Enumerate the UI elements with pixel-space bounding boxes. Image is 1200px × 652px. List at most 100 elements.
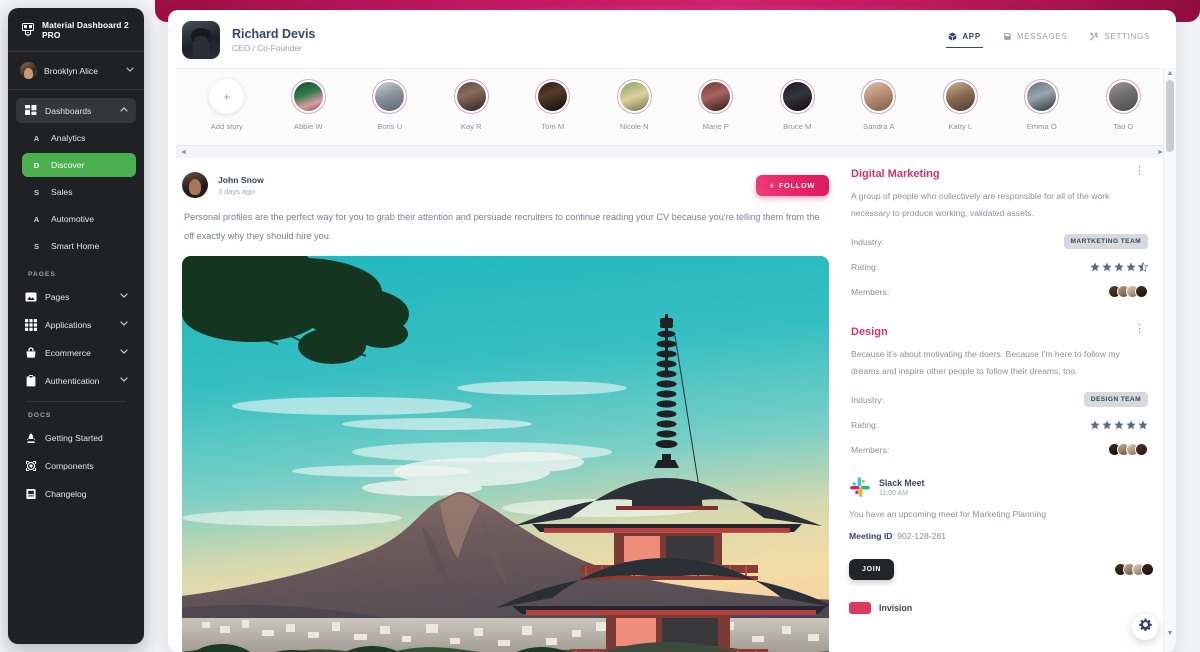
sidebar-item-automotive[interactable]: A Automotive <box>22 207 136 231</box>
sidebar-item-smart-home[interactable]: S Smart Home <box>22 234 136 258</box>
grid-icon <box>24 104 37 117</box>
chevron-down-icon[interactable] <box>120 321 128 328</box>
atom-icon <box>24 460 37 472</box>
chevron-down-icon[interactable] <box>126 67 134 74</box>
status-badge: MARTKETING TEAM <box>1063 234 1148 249</box>
sidebar-item-label: Applications <box>45 319 92 330</box>
group-card-design: Design ⋮ Because it's about motivating t… <box>849 324 1154 456</box>
group-members-row: Members: <box>851 285 1148 298</box>
sidebar-item-changelog[interactable]: Changelog <box>16 481 136 506</box>
avatar <box>864 82 894 111</box>
story-label: Sandra A <box>863 122 895 131</box>
member-avatars[interactable] <box>1108 443 1148 456</box>
sidebar-sub-letter: S <box>33 241 40 251</box>
groups-column: Digital Marketing ⋮ A group of people wh… <box>833 166 1154 652</box>
story-item[interactable]: Tao G <box>1083 79 1165 131</box>
chevron-up-icon[interactable] <box>120 107 128 114</box>
sidebar-item-sales[interactable]: S Sales <box>22 180 136 204</box>
group-rating-row: Rating: <box>851 420 1148 430</box>
sidebar-item-getting-started[interactable]: Getting Started <box>16 425 136 450</box>
star-icon <box>1090 420 1100 430</box>
story-item[interactable]: Marie P <box>675 79 757 131</box>
follow-button-label: FOLLOW <box>778 180 815 190</box>
star-icon <box>1102 262 1112 272</box>
star-icon <box>1114 262 1124 272</box>
sidebar-item-analytics[interactable]: A Analytics <box>22 126 136 150</box>
sidebar-item-label: Discover <box>51 160 85 170</box>
meeting-title: Slack Meet <box>879 477 925 488</box>
story-ring <box>290 79 326 114</box>
story-label: Nicole N <box>619 122 649 131</box>
post-meta: John Snow 3 days ago <box>218 175 264 196</box>
mail-icon <box>1003 32 1012 41</box>
group-description: A group of people who collectively are r… <box>851 191 1110 218</box>
story-ring <box>372 79 408 114</box>
sidebar-item-ecommerce[interactable]: Ecommerce <box>16 340 136 365</box>
meeting-card-slack: Slack Meet 11:00 AM <box>849 476 1154 498</box>
plus-icon: + <box>769 180 775 190</box>
story-item[interactable]: Tom M <box>512 79 594 131</box>
story-item[interactable]: Boris U <box>349 79 431 131</box>
group-card-digital-marketing: Digital Marketing ⋮ A group of people wh… <box>849 166 1154 298</box>
scroll-up-arrow-icon[interactable]: ▲ <box>1164 68 1176 80</box>
story-label: Bruce M <box>783 122 812 131</box>
star-half-icon <box>1138 262 1148 272</box>
more-options-icon[interactable]: ⋮ <box>1131 324 1148 335</box>
story-item[interactable]: Katty L <box>920 79 1002 131</box>
sidebar-item-components[interactable]: Components <box>16 453 136 478</box>
sidebar-brand[interactable]: Material Dashboard 2 PRO <box>8 8 144 52</box>
tab-app[interactable]: APP <box>946 32 983 48</box>
tab-messages[interactable]: MESSAGES <box>1003 32 1068 48</box>
story-item[interactable]: Sandra A <box>838 79 920 131</box>
join-button[interactable]: JOIN <box>849 559 895 580</box>
stories-horizontal-scrollbar[interactable]: ◄ ► <box>176 145 1168 158</box>
stories-list[interactable]: + Add story Abbie W Boris U Kay R Tom M … <box>176 69 1168 145</box>
story-add-button[interactable]: + Add story <box>186 79 268 131</box>
story-item[interactable]: Emma O <box>1001 79 1083 131</box>
sidebar-item-dashboards[interactable]: Dashboards <box>16 98 136 123</box>
chevron-down-icon[interactable] <box>120 349 128 356</box>
status-badge: DESIGN TEAM <box>1083 392 1148 407</box>
rocket-icon <box>24 432 37 444</box>
profile-tabs: APP MESSAGES SETTINGS <box>946 32 1160 48</box>
avatar[interactable] <box>182 172 208 198</box>
tab-settings[interactable]: SETTINGS <box>1089 32 1150 48</box>
story-item[interactable]: Kay R <box>431 79 513 131</box>
sidebar-item-label: Ecommerce <box>45 347 91 358</box>
story-item[interactable]: Abbie W <box>268 79 350 131</box>
post-photo[interactable] <box>182 256 829 652</box>
scroll-left-arrow-icon[interactable]: ◄ <box>176 149 191 156</box>
scroll-down-arrow-icon[interactable]: ▼ <box>1164 628 1176 640</box>
story-item[interactable]: Nicole N <box>594 79 676 131</box>
sidebar-section-pages: PAGES <box>28 271 56 278</box>
sidebar-user[interactable]: Brooklyn Alice <box>8 52 144 90</box>
post-author: John Snow <box>218 174 264 185</box>
member-avatars[interactable] <box>1114 563 1154 576</box>
sidebar-item-pages[interactable]: Pages <box>16 284 136 309</box>
story-ring <box>616 79 652 114</box>
main-vertical-scrollbar[interactable]: ▲ ▼ <box>1163 68 1176 652</box>
meeting-meta: Slack Meet 11:00 AM <box>879 478 924 497</box>
group-industry-row: Industry: MARTKETING TEAM <box>851 234 1148 249</box>
post-timestamp: 3 days ago <box>218 186 255 196</box>
member-avatars[interactable] <box>1108 285 1148 298</box>
more-options-icon[interactable]: ⋮ <box>1131 166 1148 177</box>
profile-avatar[interactable] <box>182 21 220 59</box>
avatar <box>456 82 486 111</box>
follow-button[interactable]: + FOLLOW <box>755 174 829 196</box>
tab-label: APP <box>962 32 981 41</box>
mount-fuji-pagoda-photo <box>182 256 829 652</box>
avatar <box>1135 285 1148 298</box>
sidebar-item-authentication[interactable]: Authentication <box>16 368 136 393</box>
avatar <box>1027 82 1057 111</box>
gear-icon <box>1138 618 1152 636</box>
sidebar-item-applications[interactable]: Applications <box>16 312 136 337</box>
scrollbar-thumb[interactable] <box>1166 80 1174 152</box>
story-item[interactable]: Bruce M <box>757 79 839 131</box>
star-icon <box>1102 420 1112 430</box>
chevron-down-icon[interactable] <box>120 377 128 384</box>
star-icon <box>1126 420 1136 430</box>
chevron-down-icon[interactable] <box>120 293 128 300</box>
sidebar-item-discover[interactable]: D Discover <box>22 153 136 177</box>
settings-fab-button[interactable] <box>1132 614 1158 640</box>
